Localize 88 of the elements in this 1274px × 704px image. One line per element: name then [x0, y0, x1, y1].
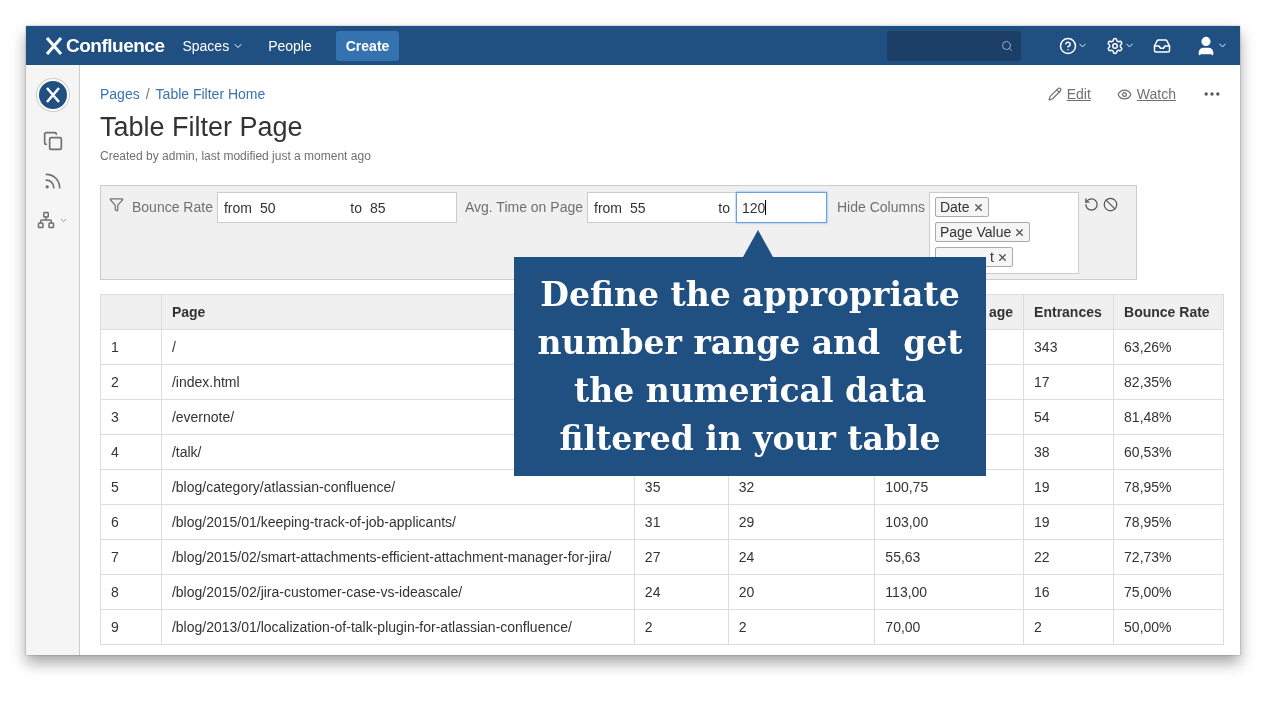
filter-label: Bounce Rate [132, 199, 213, 215]
table-cell: 3 [100, 399, 162, 435]
callout-pointer [743, 230, 773, 257]
table-cell: 4 [100, 434, 162, 470]
inbox-icon[interactable] [1153, 36, 1171, 55]
pages-icon[interactable] [42, 131, 63, 151]
table-cell: 78,95% [1113, 504, 1224, 540]
table-cell: 17 [1023, 364, 1114, 400]
nav-link[interactable]: Spaces [182, 37, 245, 54]
remove-icon[interactable] [972, 201, 984, 213]
space-logo[interactable] [36, 79, 69, 111]
from-input[interactable]: 50 [259, 193, 345, 222]
table-cell: 38 [1023, 434, 1114, 470]
table-cell: 60,53% [1113, 434, 1224, 470]
table-cell: 20 [728, 574, 875, 610]
to-label: to [718, 199, 730, 216]
to-label: to [350, 199, 362, 216]
table-cell: 72,73% [1113, 539, 1224, 575]
from-input[interactable]: 55 [630, 193, 715, 222]
tree-icon[interactable] [37, 211, 68, 229]
table-cell: 50,00% [1113, 609, 1224, 645]
table-cell: /blog/2013/01/localization-of-talk-plugin-for-atlassian-confluence/ [161, 609, 635, 645]
table-cell: 78,95% [1113, 469, 1224, 505]
nav-link[interactable]: People [268, 37, 312, 54]
column-header: Bounce Rate [1113, 294, 1224, 330]
table-cell: 22 [1023, 539, 1114, 575]
table-cell: 2 [728, 609, 875, 645]
breadcrumb-link[interactable]: Pages [100, 86, 140, 102]
search-field[interactable] [887, 30, 1021, 61]
reset-icon[interactable] [1083, 197, 1099, 212]
table-cell: 9 [100, 609, 162, 645]
column-tag[interactable]: Date [934, 197, 989, 217]
table-cell: 16 [1023, 574, 1114, 610]
table-cell: 6 [100, 504, 162, 540]
table-cell: 1 [100, 329, 162, 365]
table-cell: 7 [100, 539, 162, 575]
from-label: from [594, 199, 622, 216]
filter-label: Hide Columns [837, 199, 925, 215]
table-cell: 75,00% [1113, 574, 1224, 610]
table-cell: 8 [100, 574, 162, 610]
pencil-icon [1047, 87, 1062, 101]
table-cell: 55,63 [874, 539, 1024, 575]
page-title: Table Filter Page [100, 112, 304, 143]
table-cell: /blog/2015/02/jira-customer-case-vs-ideascale/ [161, 574, 635, 610]
eye-icon [1116, 86, 1132, 102]
table-cell: 27 [634, 539, 729, 575]
breadcrumb-separator: / [145, 86, 150, 102]
table-cell: 2 [100, 364, 162, 400]
filter-label: Avg. Time on Page [464, 199, 583, 215]
column-header [100, 294, 162, 330]
table-cell: 19 [1023, 504, 1114, 540]
table-cell: 2 [1023, 609, 1114, 645]
table-cell: 29 [728, 504, 875, 540]
from-label: from [223, 199, 252, 216]
remove-icon[interactable] [1014, 226, 1026, 238]
table-cell: 63,26% [1113, 329, 1224, 365]
settings-icon[interactable] [1106, 36, 1135, 55]
hide-columns-field[interactable]: Date Page Value t [928, 192, 1079, 274]
confluence-logo[interactable]: Confluence [44, 34, 165, 57]
table-cell: 54 [1023, 399, 1114, 435]
callout-tooltip: Define the appropriate number range and get the numerical data filtered in your table [514, 257, 986, 476]
help-icon[interactable] [1059, 36, 1088, 55]
create-button[interactable]: Create [335, 30, 400, 61]
table-cell: 81,48% [1113, 399, 1224, 435]
table-cell: 5 [100, 469, 162, 505]
table-cell: 2 [634, 609, 729, 645]
table-cell: 82,35% [1113, 364, 1224, 400]
clear-icon[interactable] [1102, 197, 1118, 212]
table-cell: 19 [1023, 469, 1114, 505]
column-tag[interactable]: Page Value [934, 222, 1031, 242]
table-cell: /blog/2015/02/smart-attachments-efficient-attachment-manager-for-jira/ [161, 539, 635, 575]
table-cell: /blog/2015/01/keeping-track-of-job-applicants/ [161, 504, 635, 540]
byline: Created by admin, last modified just a moment ago [100, 149, 372, 163]
table-cell: 103,00 [874, 504, 1024, 540]
table-cell: 70,00 [874, 609, 1024, 645]
table-cell: 24 [728, 539, 875, 575]
table-cell: 24 [634, 574, 729, 610]
column-header: Entrances [1023, 294, 1114, 330]
breadcrumb-link[interactable]: Table Filter Home [155, 86, 266, 102]
remove-icon[interactable] [996, 251, 1008, 263]
search-icon [1001, 39, 1013, 52]
table-cell: 343 [1023, 329, 1114, 365]
watch-link[interactable]: Watch [1116, 86, 1176, 102]
filter-icon [109, 197, 124, 212]
to-input[interactable]: 120 [736, 192, 827, 223]
table-cell: 113,00 [874, 574, 1024, 610]
table-cell: 31 [634, 504, 729, 540]
edit-link[interactable]: Edit [1047, 86, 1091, 102]
